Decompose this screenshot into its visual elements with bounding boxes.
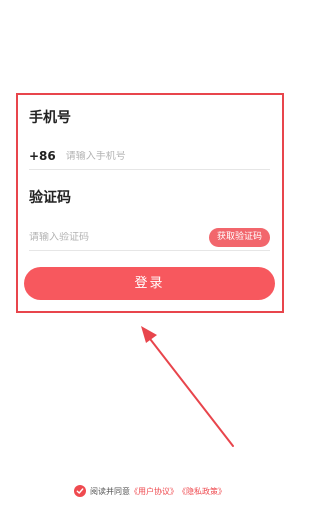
agreement-row: 阅读并同意 《用户协议》 《隐私政策》 [0,485,300,497]
phone-input-row: +86 [29,143,270,170]
code-title: 验证码 [29,190,71,206]
user-agreement-link[interactable]: 《用户协议》 [130,486,178,497]
code-input-row: 获取验证码 [29,224,270,251]
phone-title: 手机号 [29,110,71,126]
checkmark-icon [76,488,84,494]
get-code-button[interactable]: 获取验证码 [208,227,270,247]
privacy-policy-link[interactable]: 《隐私政策》 [178,486,226,497]
login-page: 手机号 +86 验证码 获取验证码 登录 阅读并同意 《用户协议》 《隐私政策》 [0,0,300,522]
login-button[interactable]: 登录 [24,267,275,300]
agreement-prefix: 阅读并同意 [90,486,130,496]
phone-input[interactable] [65,150,270,162]
verification-code-input[interactable] [29,231,209,243]
arrow-shaft [146,334,234,447]
check-circle-icon[interactable] [74,485,86,497]
country-code[interactable]: +86 [29,149,56,163]
arrow-head [141,326,157,343]
